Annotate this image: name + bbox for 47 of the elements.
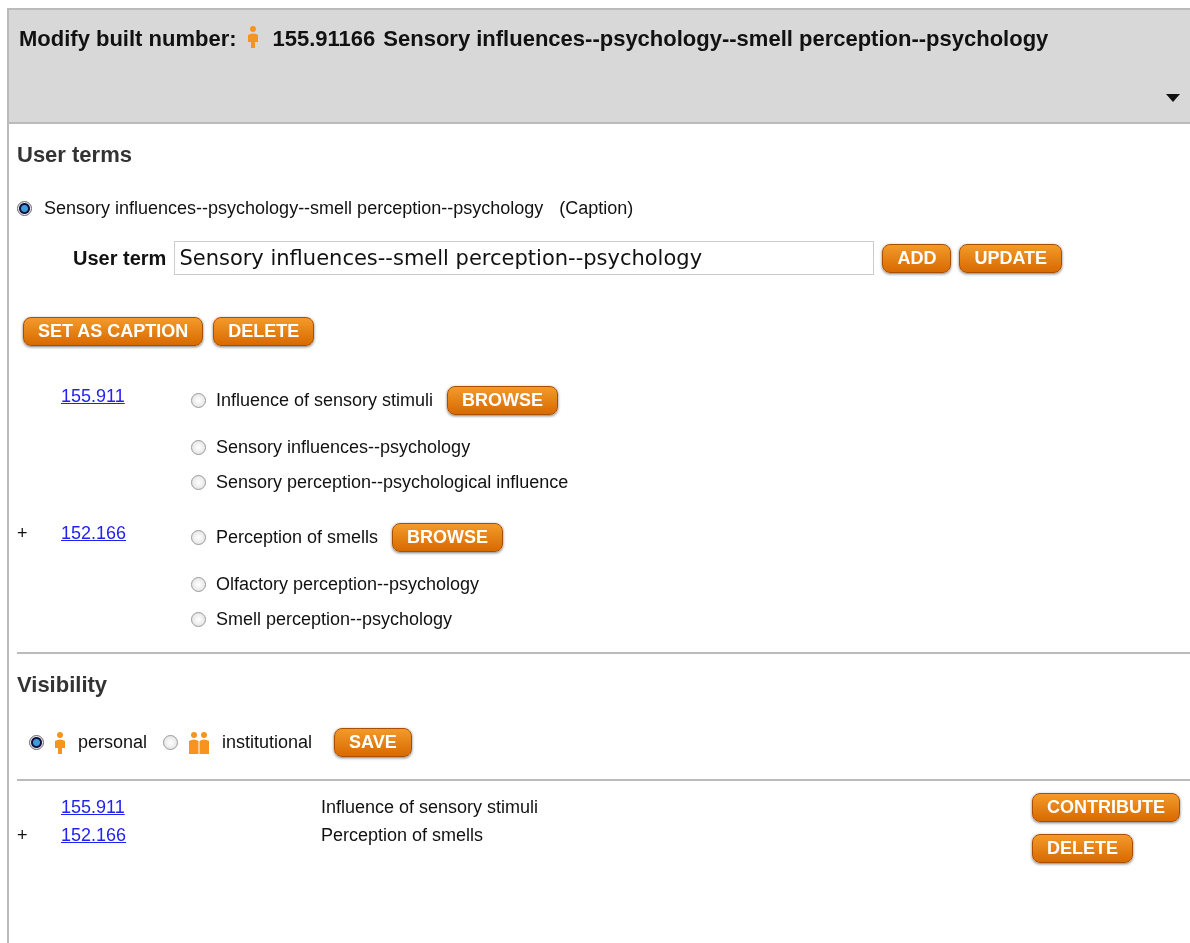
person-icon	[246, 26, 259, 48]
header-title: Sensory influences--psychology--smell perception--psychology	[383, 26, 1049, 51]
section-heading: User terms	[17, 142, 133, 168]
radio-button[interactable]	[191, 577, 206, 592]
caption-note: (Caption)	[559, 198, 634, 219]
caption-term: Sensory influences--psychology--smell perception--psychology	[44, 198, 544, 219]
person-icon	[54, 731, 66, 754]
radio-button[interactable]	[17, 201, 32, 216]
action-button[interactable]: SET AS CAPTION	[23, 317, 204, 346]
radio-button[interactable]	[191, 440, 206, 455]
action-button[interactable]: ADD	[882, 243, 952, 273]
number-link[interactable]: 152.166	[61, 825, 127, 845]
visibility-label: institutional	[222, 732, 313, 753]
action-button[interactable]: DELETE	[1032, 834, 1133, 863]
save-button[interactable]: SAVE	[334, 728, 412, 757]
radio-button[interactable]	[191, 530, 206, 545]
plus-sign: +	[17, 824, 29, 847]
visibility-label: personal	[78, 732, 148, 753]
radio-button[interactable]	[191, 475, 206, 490]
people-icon	[188, 731, 211, 754]
term-label: Olfactory perception--psychology	[216, 574, 480, 595]
term-label: Sensory influences--psychology	[216, 437, 471, 458]
user-term-field[interactable]: Sensory influences--smell perception--psychology	[174, 241, 875, 275]
action-button[interactable]: UPDATE	[959, 243, 1063, 273]
term-label: Sensory perception--psychological influence	[216, 472, 569, 493]
browse-button[interactable]: BROWSE	[447, 386, 559, 415]
summary-term: Influence of sensory stimuli	[321, 796, 539, 819]
term-label: Perception of smells	[216, 527, 379, 548]
number-link[interactable]: 155.911	[61, 386, 125, 406]
header-number: 155.91166	[272, 26, 376, 51]
number-link[interactable]: 155.911	[61, 797, 125, 817]
section-heading: Visibility	[17, 672, 109, 698]
caret-icon[interactable]	[1166, 94, 1180, 102]
header-label: Modify built number:	[19, 26, 237, 51]
term-label: Influence of sensory stimuli	[216, 390, 434, 411]
field-label: User term	[73, 246, 167, 270]
term-label: Smell perception--psychology	[216, 609, 453, 630]
browse-button[interactable]: BROWSE	[392, 523, 504, 552]
summary-term: Perception of smells	[321, 824, 484, 847]
radio-button[interactable]	[191, 612, 206, 627]
number-link[interactable]: 152.166	[61, 523, 127, 543]
radio-button[interactable]	[163, 735, 179, 750]
radio-button[interactable]	[29, 735, 44, 750]
radio-button[interactable]	[191, 393, 206, 408]
action-button[interactable]: CONTRIBUTE	[1032, 793, 1180, 822]
action-button[interactable]: DELETE	[213, 317, 315, 346]
plus-sign: +	[17, 523, 29, 545]
